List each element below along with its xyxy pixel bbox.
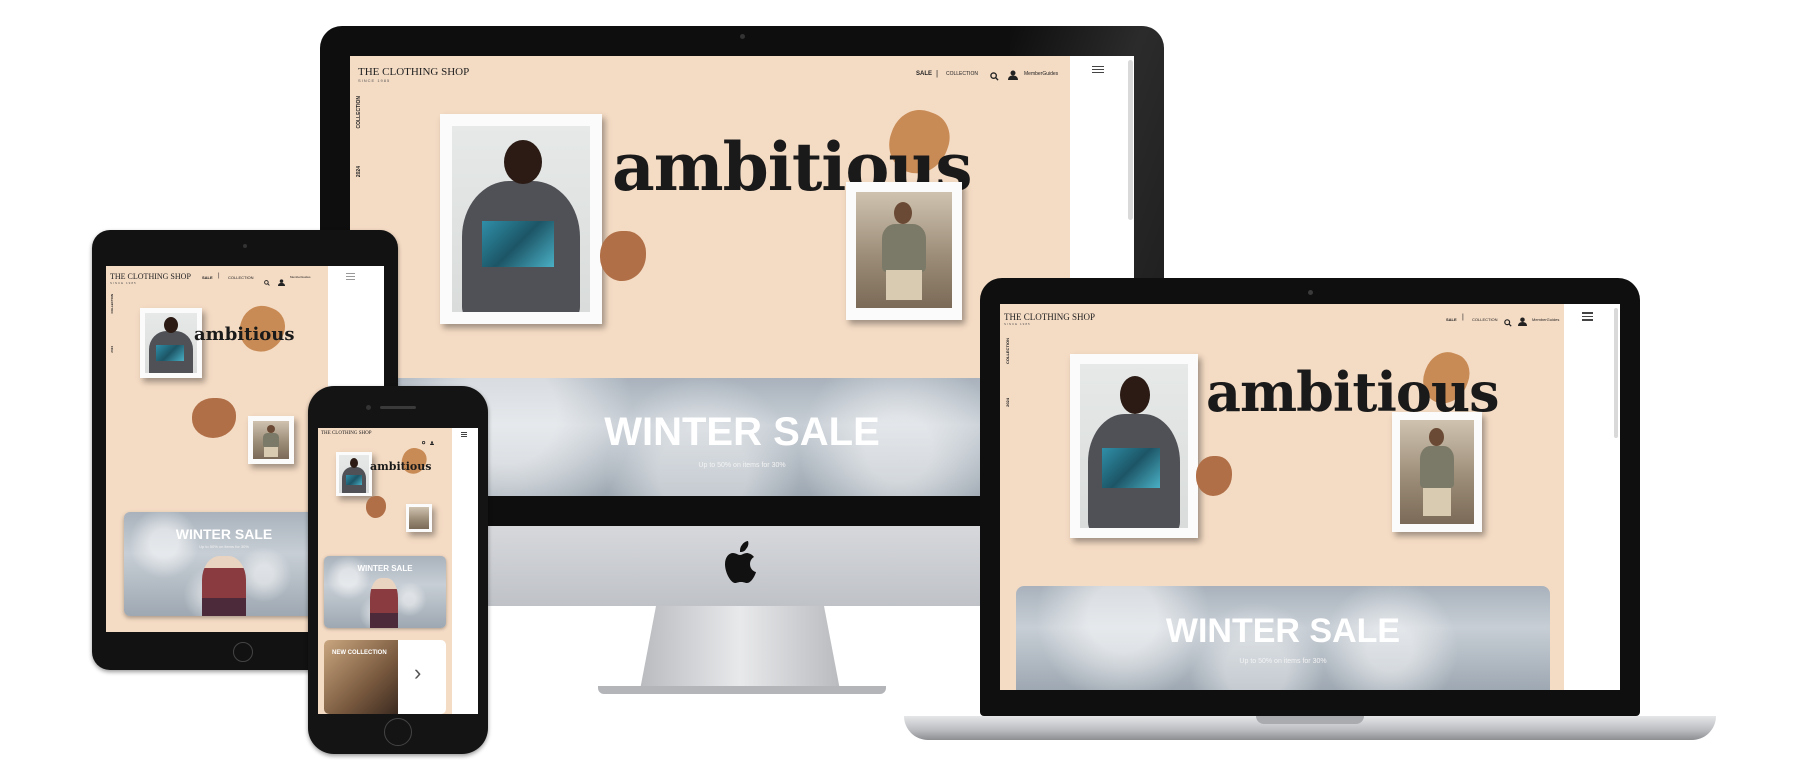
iphone-speaker [380,406,416,409]
nav-sale-link[interactable]: SALE [202,275,213,280]
hamburger-menu-icon[interactable] [461,432,467,439]
decor-blob-dark [192,398,236,438]
search-icon[interactable] [264,273,270,291]
vertical-year-label: 2024 [110,346,114,353]
new-collection-card[interactable]: NEW COLLECTION › [324,640,446,714]
scrollbar[interactable] [1128,60,1133,220]
apple-logo-icon [724,540,760,586]
hamburger-menu-icon[interactable] [1092,66,1104,75]
nav-account-link[interactable]: MemberGuides [1024,71,1058,77]
hoodie-photo [145,313,197,373]
winter-model-figure [202,556,246,616]
hoodie-photo [1080,364,1188,528]
hamburger-menu-icon[interactable] [1582,312,1593,323]
iphone-website: THE CLOTHING SHOP ambitious WINTER SALE … [318,428,478,714]
logo-title: THE CLOTHING SHOP [1004,312,1095,322]
man-photo [409,507,429,529]
nav-collection-link[interactable]: COLLECTION [946,71,978,77]
vertical-collection-label: COLLECTION [110,294,114,314]
hero-word: ambitious [370,460,432,473]
man-photo-frame [1392,412,1482,532]
winter-sale-banner[interactable]: WINTER SALE Up to 50% on items for 30% [1016,586,1550,690]
nav-sale-link[interactable]: SALE [916,71,932,77]
man-photo-frame [406,504,432,532]
search-icon[interactable] [990,68,999,86]
scrollbar[interactable] [1614,308,1618,438]
imac-stand-base [598,686,886,694]
decor-blob-dark [600,231,646,281]
ipad-home-button[interactable] [233,642,253,662]
hoodie-photo-frame [440,114,602,324]
logo-title: THE CLOTHING SHOP [110,272,191,281]
nav-separator: | [218,273,220,279]
search-icon[interactable] [1504,314,1512,332]
user-icon[interactable] [1008,67,1018,85]
nav-collection-link[interactable]: COLLECTION [1472,317,1498,322]
nav-account-link[interactable]: MemberGuides [290,275,311,279]
winter-sale-banner[interactable]: WINTER SALE [324,556,446,628]
side-panel [1564,304,1620,690]
imac-camera [740,34,745,39]
search-icon[interactable] [422,432,426,450]
winter-model-figure [370,578,398,628]
winter-sale-title: WINTER SALE [357,564,413,573]
nav-sale-link[interactable]: SALE [1446,317,1457,322]
man-photo [1400,420,1474,524]
site-logo[interactable]: THE CLOTHING SHOP SINCE 1985 [358,66,469,83]
logo-subtitle: SINCE 1985 [358,78,391,83]
decor-blob-dark [1196,456,1232,496]
logo-title: THE CLOTHING SHOP [321,431,372,436]
logo-subtitle: SINCE 1985 [110,281,137,285]
site-logo[interactable]: THE CLOTHING SHOP SINCE 1985 [1004,312,1095,326]
new-collection-title: NEW COLLECTION [332,650,387,656]
laptop-notch [1256,716,1364,724]
man-photo [856,192,952,308]
winter-sale-subtitle: Up to 50% on items for 30% [199,544,249,549]
laptop-website: THE CLOTHING SHOP SINCE 1985 SALE | COLL… [1000,304,1620,690]
hoodie-photo-frame [140,308,202,378]
winter-sale-subtitle: Up to 50% on items for 30% [1239,658,1327,665]
user-icon[interactable] [1518,313,1527,331]
man-photo-frame [248,416,294,464]
vertical-collection-label: COLLECTION [1005,338,1010,364]
site-logo[interactable]: THE CLOTHING SHOP SINCE 1985 [110,272,191,285]
hero-word: ambitious [194,324,295,345]
winter-sale-title: WINTER SALE [1165,612,1401,650]
iphone-home-button[interactable] [384,718,412,746]
vertical-year-label: 2024 [356,166,362,178]
decor-blob-dark [366,496,386,518]
imac-stand [640,606,840,690]
ipad-camera [243,244,247,248]
man-photo [253,421,289,459]
nav-account-link[interactable]: MemberGuides [1532,317,1559,322]
nav-collection-link[interactable]: COLLECTION [228,275,254,280]
vertical-year-label: 2024 [1005,398,1010,407]
man-photo-frame [846,182,962,320]
site-logo[interactable]: THE CLOTHING SHOP [321,431,372,436]
user-icon[interactable] [430,432,434,450]
hoodie-photo-frame [1070,354,1198,538]
logo-subtitle: SINCE 1985 [1004,322,1031,326]
hamburger-menu-icon[interactable] [346,273,355,282]
nav-separator: | [1462,314,1464,321]
logo-title: THE CLOTHING SHOP [358,66,470,78]
user-icon[interactable] [278,273,285,291]
hoodie-photo-frame [336,452,372,496]
hoodie-photo [452,126,590,312]
nav-separator: | [936,69,939,78]
iphone-camera [366,405,371,410]
chevron-right-icon[interactable]: › [414,660,421,686]
winter-sale-title: WINTER SALE [175,526,273,542]
side-panel [452,428,478,714]
hoodie-photo [339,455,369,493]
laptop-camera [1308,290,1313,295]
vertical-collection-label: COLLECTION [356,96,362,129]
winter-sale-banner[interactable]: WINTER SALE Up to 50% on items for 30% [124,512,324,616]
